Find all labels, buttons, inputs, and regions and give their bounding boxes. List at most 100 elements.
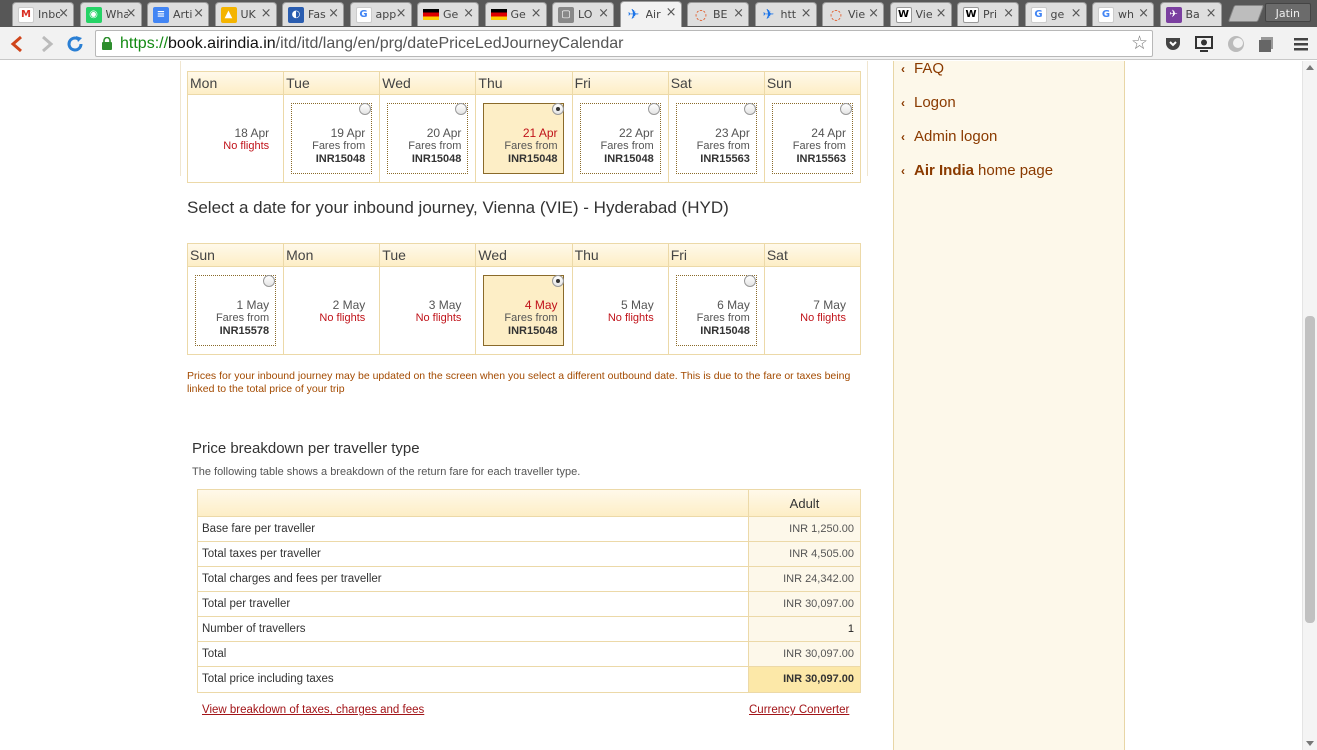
date-radio-button[interactable] bbox=[743, 103, 756, 115]
tab-close-icon[interactable]: × bbox=[1206, 7, 1217, 21]
plane-app-icon: ✈ bbox=[1165, 6, 1182, 23]
outbound-date-cell[interactable]: 22 Apr Fares from INR15048 bbox=[573, 95, 669, 182]
outbound-weekday-label: Thu bbox=[476, 72, 573, 94]
tab-close-icon[interactable]: × bbox=[1138, 7, 1149, 21]
tab-close-icon[interactable]: × bbox=[463, 7, 474, 21]
extension-stack-icon[interactable] bbox=[1257, 34, 1277, 54]
outbound-date-cell[interactable]: 20 Apr Fares from INR15048 bbox=[380, 95, 477, 182]
outbound-date-cell[interactable]: 24 Apr Fares from INR15563 bbox=[765, 95, 860, 182]
browser-tab[interactable]: ✈ htt × bbox=[754, 2, 817, 26]
tab-close-icon[interactable]: × bbox=[936, 7, 947, 21]
sidebar-item-home-page[interactable]: ‹ Air India home page bbox=[901, 162, 1053, 179]
extension-icon[interactable] bbox=[1226, 34, 1246, 54]
scroll-down-arrow-icon[interactable] bbox=[1306, 741, 1314, 746]
date-radio-button[interactable] bbox=[647, 103, 660, 115]
row-value: 1 bbox=[749, 617, 860, 641]
table-row: Number of travellers 1 bbox=[198, 617, 860, 642]
browser-tab[interactable]: ≡ Arti × bbox=[147, 2, 209, 26]
google-icon: G bbox=[355, 6, 372, 23]
sidebar-item-logon[interactable]: ‹ Logon bbox=[901, 94, 956, 111]
bookmark-star-icon[interactable]: ☆ bbox=[1131, 33, 1148, 53]
date-radio-button[interactable] bbox=[839, 103, 852, 115]
currency-converter-link[interactable]: Currency Converter bbox=[749, 704, 849, 716]
tab-close-icon[interactable]: × bbox=[733, 7, 744, 21]
date-radio-button[interactable] bbox=[551, 275, 564, 287]
tab-title: Pri bbox=[983, 8, 998, 21]
tab-close-icon[interactable]: × bbox=[193, 7, 204, 21]
menu-icon[interactable] bbox=[1291, 34, 1311, 54]
german-flag-icon bbox=[423, 9, 439, 20]
outbound-date-cell[interactable]: 21 Apr Fares from INR15048 bbox=[476, 95, 573, 182]
back-button[interactable] bbox=[6, 33, 28, 55]
browser-tab[interactable]: W Pri × bbox=[957, 2, 1019, 26]
outbound-calendar-row: 18 Apr No flights 19 Apr Fares from INR15048… bbox=[188, 95, 860, 182]
browser-tab[interactable]: ◉WhatsApp× bbox=[79, 2, 142, 26]
browser-tab[interactable]: Gge × bbox=[1024, 2, 1087, 26]
browser-tab[interactable]: ◌ BE × bbox=[687, 2, 749, 26]
browser-tab[interactable]: ◐ Fas × bbox=[282, 2, 344, 26]
tax-breakdown-link[interactable]: View breakdown of taxes, charges and fee… bbox=[202, 704, 424, 716]
tab-close-icon[interactable]: × bbox=[328, 7, 339, 21]
tab-close-icon[interactable]: × bbox=[126, 7, 137, 21]
docs-icon: ≡ bbox=[153, 6, 169, 23]
tab-close-icon[interactable]: × bbox=[666, 6, 677, 20]
table-row: Total taxes per traveller INR 4,505.00 bbox=[198, 542, 860, 567]
browser-tab[interactable]: W Vie × bbox=[889, 2, 952, 26]
inbound-date-cell[interactable]: 4 May Fares from INR15048 bbox=[476, 267, 573, 354]
scrollbar-thumb[interactable] bbox=[1305, 316, 1315, 623]
date-radio-button[interactable] bbox=[743, 275, 756, 287]
browser-tab[interactable]: Gwh × bbox=[1092, 2, 1154, 26]
tab-close-icon[interactable]: × bbox=[261, 7, 272, 21]
chevron-left-icon: ‹ bbox=[901, 129, 905, 144]
tab-close-icon[interactable]: × bbox=[531, 7, 542, 21]
date-label: 22 Apr bbox=[619, 126, 654, 140]
browser-tab[interactable]: ▲ UK × bbox=[214, 2, 277, 26]
inbound-date-cell[interactable]: 6 May Fares from INR15048 bbox=[669, 267, 765, 354]
browser-tab[interactable]: ▢ LO × bbox=[552, 2, 614, 26]
profile-button[interactable]: Jatin bbox=[1264, 3, 1311, 22]
tab-close-icon[interactable]: × bbox=[1003, 7, 1014, 21]
forward-button[interactable] bbox=[36, 33, 58, 55]
row-label: Total charges and fees per traveller bbox=[198, 567, 749, 591]
adult-column-header: Adult bbox=[789, 496, 820, 511]
date-label: 24 Apr bbox=[811, 126, 846, 140]
tab-close-icon[interactable]: × bbox=[396, 7, 407, 21]
sidebar-item-admin-logon[interactable]: ‹ Admin logon bbox=[901, 128, 997, 145]
pocket-icon[interactable] bbox=[1163, 34, 1183, 54]
tab-close-icon[interactable]: × bbox=[801, 7, 812, 21]
chevron-left-icon: ‹ bbox=[901, 163, 905, 178]
browser-tab[interactable]: ✈ Air × bbox=[619, 1, 682, 27]
tab-close-icon[interactable]: × bbox=[1071, 7, 1082, 21]
new-tab-button[interactable] bbox=[1227, 5, 1265, 22]
airplane-icon: ✈ bbox=[762, 6, 775, 23]
sidebar-item-label: home page bbox=[978, 162, 1054, 179]
browser-tab[interactable]: ◌ Vie × bbox=[822, 2, 884, 26]
fares-from-label: Fares from bbox=[504, 140, 558, 152]
date-radio-button[interactable] bbox=[551, 103, 564, 115]
screen-icon[interactable] bbox=[1194, 34, 1214, 54]
brand-name: Air India bbox=[914, 162, 975, 179]
tab-close-icon[interactable]: × bbox=[868, 7, 879, 21]
vertical-scrollbar[interactable] bbox=[1302, 61, 1317, 750]
browser-tab[interactable]: Gapp × bbox=[349, 2, 412, 26]
browser-tab[interactable]: Ge × bbox=[417, 2, 479, 26]
fares-from-label: Fares from bbox=[504, 312, 558, 324]
row-value: INR 30,097.00 bbox=[749, 592, 860, 616]
tab-close-icon[interactable]: × bbox=[58, 7, 69, 21]
tab-close-icon[interactable]: × bbox=[598, 7, 609, 21]
address-bar[interactable]: https://book.airindia.in/itd/itd/lang/en… bbox=[95, 30, 1153, 57]
browser-tab[interactable]: M Inbox× bbox=[12, 2, 74, 26]
scroll-up-arrow-icon[interactable] bbox=[1306, 65, 1314, 70]
date-label: 7 May bbox=[813, 298, 846, 312]
outbound-date-cell[interactable]: 23 Apr Fares from INR15563 bbox=[669, 95, 765, 182]
no-flights-label: No flights bbox=[607, 312, 654, 324]
row-value: INR 4,505.00 bbox=[749, 542, 860, 566]
inbound-date-cell[interactable]: 1 May Fares from INR15578 bbox=[188, 267, 285, 354]
outbound-date-cell[interactable]: 19 Apr Fares from INR15048 bbox=[284, 95, 381, 182]
reload-button[interactable] bbox=[64, 33, 86, 55]
sidebar-item-faq[interactable]: ‹ FAQ bbox=[901, 61, 944, 77]
browser-tab[interactable]: Ge × bbox=[484, 2, 547, 26]
browser-tab[interactable]: ✈ Ba × bbox=[1159, 2, 1222, 26]
inbound-calendar-row: 1 May Fares from INR15578 2 May No flights 3 … bbox=[188, 267, 860, 354]
breakdown-title: Price breakdown per traveller type bbox=[192, 440, 420, 457]
